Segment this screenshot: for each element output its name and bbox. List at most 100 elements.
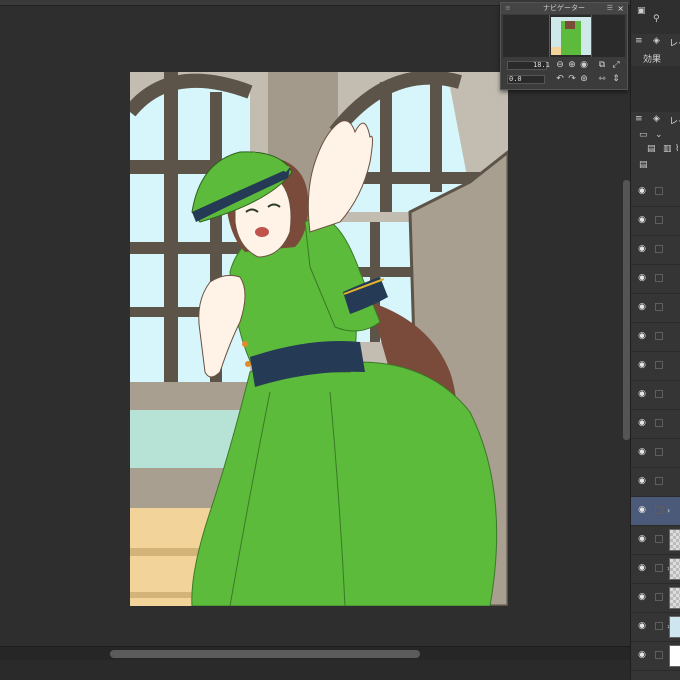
canvas-workspace[interactable] [0, 0, 630, 650]
navigator-preview[interactable] [503, 15, 625, 57]
layer-lock-checkbox[interactable] [655, 332, 663, 340]
eye-icon[interactable]: ◉ [637, 273, 647, 283]
layer-row[interactable]: ◉ [631, 642, 680, 671]
eye-icon[interactable]: ◉ [637, 621, 647, 631]
artwork-canvas[interactable] [130, 72, 508, 606]
search-icon[interactable]: ⚲ [653, 14, 660, 24]
layer-lock-checkbox[interactable] [655, 564, 663, 572]
layer-row[interactable]: ◉› [631, 613, 680, 642]
flip-vertical-icon[interactable]: ⇕ [611, 74, 621, 84]
horizontal-scrollbar[interactable] [0, 646, 630, 660]
layer-lock-checkbox[interactable] [655, 216, 663, 224]
layer-lock-checkbox[interactable] [655, 419, 663, 427]
actual-size-icon[interactable]: ◉ [579, 60, 589, 70]
layer-row[interactable]: ◉› [631, 555, 680, 584]
horizontal-scrollbar-thumb[interactable] [110, 650, 420, 658]
zoom-in-icon[interactable]: ⊕ [567, 60, 577, 70]
layer-lock-checkbox[interactable] [655, 651, 663, 659]
layer-lock-checkbox[interactable] [655, 390, 663, 398]
fit-screen-icon[interactable]: ⤢ [611, 60, 621, 70]
layer-lock-checkbox[interactable] [655, 593, 663, 601]
layer-lock-checkbox[interactable] [655, 361, 663, 369]
zoom-value[interactable]: 18.1 [533, 61, 550, 69]
navigator-panel: ≡ ナビゲーター ☰ × 18.1 ⊖ ⊕ ◉ ⧉ ⤢ 0.0 ↶ ↷ ⊛ ⇿ … [500, 2, 628, 90]
tab-layer[interactable]: レイ [669, 114, 680, 127]
status-bar [0, 660, 630, 680]
effects-row: 効果 [631, 50, 680, 66]
eye-icon[interactable]: ◉ [637, 418, 647, 428]
layer-row[interactable]: ◉ [631, 323, 680, 352]
layer-row[interactable]: ◉ [631, 526, 680, 555]
layer-row[interactable]: ◉ [631, 265, 680, 294]
layer-row[interactable]: ◉ [631, 178, 680, 207]
navigator-thumbnail [551, 17, 591, 55]
navigator-titlebar[interactable]: ≡ ナビゲーター ☰ × [501, 3, 627, 14]
eye-icon[interactable]: ◉ [637, 360, 647, 370]
grip-icon[interactable]: ≡ [505, 3, 511, 14]
eye-icon[interactable]: ◉ [637, 302, 647, 312]
clip-icon[interactable]: ⌇ [675, 144, 679, 154]
layer-thumbnail [669, 587, 680, 609]
layer-lock-checkbox[interactable] [655, 245, 663, 253]
new-raster-layer-icon[interactable]: ▤ [647, 144, 656, 154]
eye-icon[interactable]: ◉ [637, 447, 647, 457]
rotate-right-icon[interactable]: ↷ [567, 74, 577, 84]
layer-thumbnail [669, 558, 680, 580]
layer-options-icon[interactable]: ▤ [639, 160, 648, 170]
folder-expand-icon[interactable]: › [667, 506, 670, 515]
rotation-value[interactable]: 0.0 [509, 75, 522, 83]
eye-icon[interactable]: ◉ [637, 505, 647, 515]
eye-icon[interactable]: ◉ [637, 476, 647, 486]
eye-icon[interactable]: ◉ [637, 215, 647, 225]
layer-lock-checkbox[interactable] [655, 187, 663, 195]
layer-tab-row: ≡ ◈ レイ [631, 112, 680, 128]
eye-icon[interactable]: ◉ [637, 650, 647, 660]
new-folder-icon[interactable]: ▥ [663, 144, 672, 154]
layer-options-row: ▤ [631, 158, 680, 176]
layer-row[interactable]: ◉ [631, 294, 680, 323]
layer-row[interactable]: ◉ [631, 381, 680, 410]
blend-mode-dropdown-icon[interactable]: ▭ [639, 130, 648, 140]
tab-layer-property[interactable]: レイ [669, 36, 680, 49]
layer-lock-checkbox[interactable] [655, 303, 663, 311]
illustration [130, 72, 508, 606]
eye-icon[interactable]: ◉ [637, 563, 647, 573]
eye-icon[interactable]: ◉ [637, 592, 647, 602]
layer-lock-checkbox[interactable] [655, 506, 663, 514]
layer-row[interactable]: ◉ [631, 584, 680, 613]
layer-lock-checkbox[interactable] [655, 477, 663, 485]
rotate-left-icon[interactable]: ↶ [555, 74, 565, 84]
layer-thumbnail [669, 645, 680, 667]
zoom-out-icon[interactable]: ⊖ [555, 60, 565, 70]
close-icon[interactable]: × [617, 3, 624, 14]
layer-row[interactable]: ◉ [631, 468, 680, 497]
eye-icon[interactable]: ◉ [637, 331, 647, 341]
layer-lock-checkbox[interactable] [655, 535, 663, 543]
grip-icon[interactable]: ≡ [635, 36, 643, 46]
eye-icon[interactable]: ◉ [637, 186, 647, 196]
layer-row[interactable]: ◉ [631, 439, 680, 468]
reset-rotation-icon[interactable]: ⊛ [579, 74, 589, 84]
navigator-view-frame-left [549, 15, 550, 57]
layer-property-icon[interactable]: ◈ [653, 36, 660, 46]
menu-icon[interactable]: ☰ [607, 3, 613, 14]
layer-row[interactable]: ◉ [631, 352, 680, 381]
layer-row[interactable]: ◉› [631, 497, 680, 526]
layer-row[interactable]: ◉ [631, 207, 680, 236]
eye-icon[interactable]: ◉ [637, 389, 647, 399]
layer-stack-icon[interactable]: ◈ [653, 114, 660, 124]
grip-icon[interactable]: ≡ [635, 114, 643, 124]
layer-row[interactable]: ◉ [631, 236, 680, 265]
effects-label: 効果 [643, 55, 662, 65]
layer-lock-checkbox[interactable] [655, 274, 663, 282]
eye-icon[interactable]: ◉ [637, 534, 647, 544]
layer-row[interactable]: ◉ [631, 410, 680, 439]
vertical-scrollbar[interactable] [623, 180, 630, 440]
layer-lock-checkbox[interactable] [655, 448, 663, 456]
fit-window-icon[interactable]: ⧉ [597, 60, 607, 70]
panel-menu-icon[interactable]: ▣ [637, 6, 646, 16]
flip-horizontal-icon[interactable]: ⇿ [597, 74, 607, 84]
layer-lock-checkbox[interactable] [655, 622, 663, 630]
chevron-down-icon[interactable]: ⌄ [655, 130, 663, 140]
eye-icon[interactable]: ◉ [637, 244, 647, 254]
